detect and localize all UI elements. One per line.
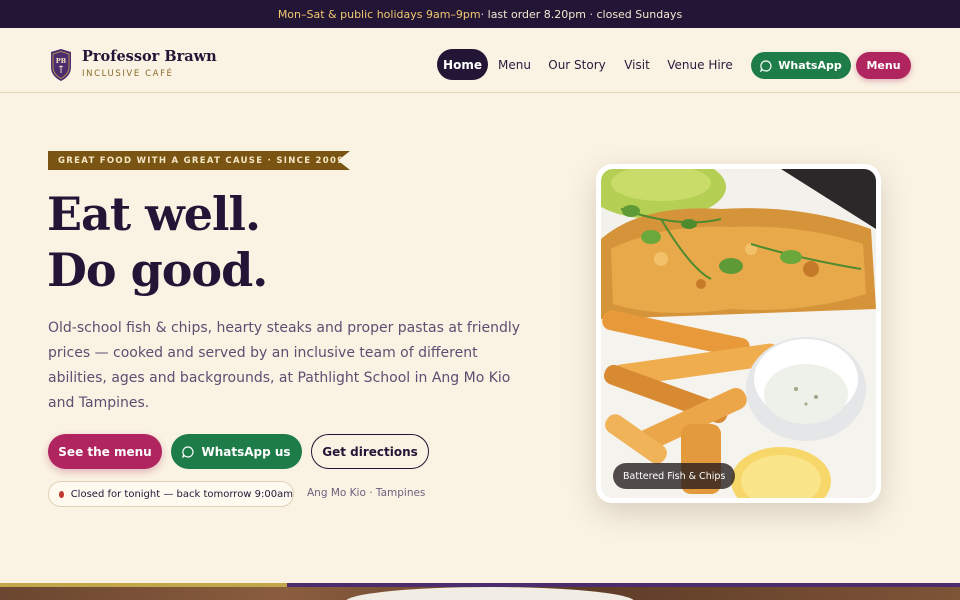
nav-item-menu[interactable]: Menu [493, 49, 536, 80]
whatsapp-us-button[interactable]: WhatsApp us [171, 434, 302, 469]
hero-title: Eat well. Do good. [47, 186, 268, 298]
chat-bubble-icon [760, 59, 772, 72]
closed-status-dot-icon [59, 490, 64, 498]
logo-monogram: PB [56, 57, 67, 65]
location-list: Ang Mo Kio · Tampines [307, 487, 426, 499]
opening-status-text: Closed for tonight — back tomorrow 9:00a… [70, 488, 293, 500]
hero-title-line-1: Eat well. [47, 187, 261, 241]
dish-caption: Battered Fish & Chips [613, 463, 736, 489]
fish-and-chips-photo [601, 169, 876, 498]
tagline-ribbon: GREAT FOOD WITH A GREAT CAUSE · SINCE 20… [48, 151, 350, 170]
nav-item-our-story[interactable]: Our Story [544, 49, 610, 80]
header-whatsapp-button[interactable]: WhatsApp [751, 52, 851, 79]
chat-bubble-icon [182, 445, 194, 458]
opening-hours: Mon–Sat & public holidays 9am–9pm [277, 7, 481, 21]
header-whatsapp-label: WhatsApp [778, 59, 842, 72]
nav-item-home[interactable]: Home [437, 49, 488, 80]
see-menu-button[interactable]: See the menu [48, 434, 162, 469]
featured-dish-card [596, 164, 881, 503]
announcement-bar: Mon–Sat & public holidays 9am–9pm · last… [0, 0, 960, 28]
header-menu-button[interactable]: Menu [856, 52, 911, 79]
get-directions-button[interactable]: Get directions [311, 434, 429, 469]
shield-logo-icon[interactable]: PB [49, 49, 73, 81]
whatsapp-us-label: WhatsApp us [201, 444, 291, 459]
opening-status-badge: Closed for tonight — back tomorrow 9:00a… [48, 481, 294, 507]
hero-title-line-2: Do good. [47, 243, 268, 297]
nav-item-visit[interactable]: Visit [618, 49, 656, 80]
last-order-note: · last order 8.20pm · closed Sundays [480, 7, 683, 21]
brand-name[interactable]: Professor Brawn [82, 48, 217, 65]
brand-subtitle: INCLUSIVE CAFÉ [82, 69, 174, 79]
nav-item-venue-hire[interactable]: Venue Hire [664, 49, 736, 80]
hero-description: Old-school fish & chips, hearty steaks a… [48, 320, 521, 411]
